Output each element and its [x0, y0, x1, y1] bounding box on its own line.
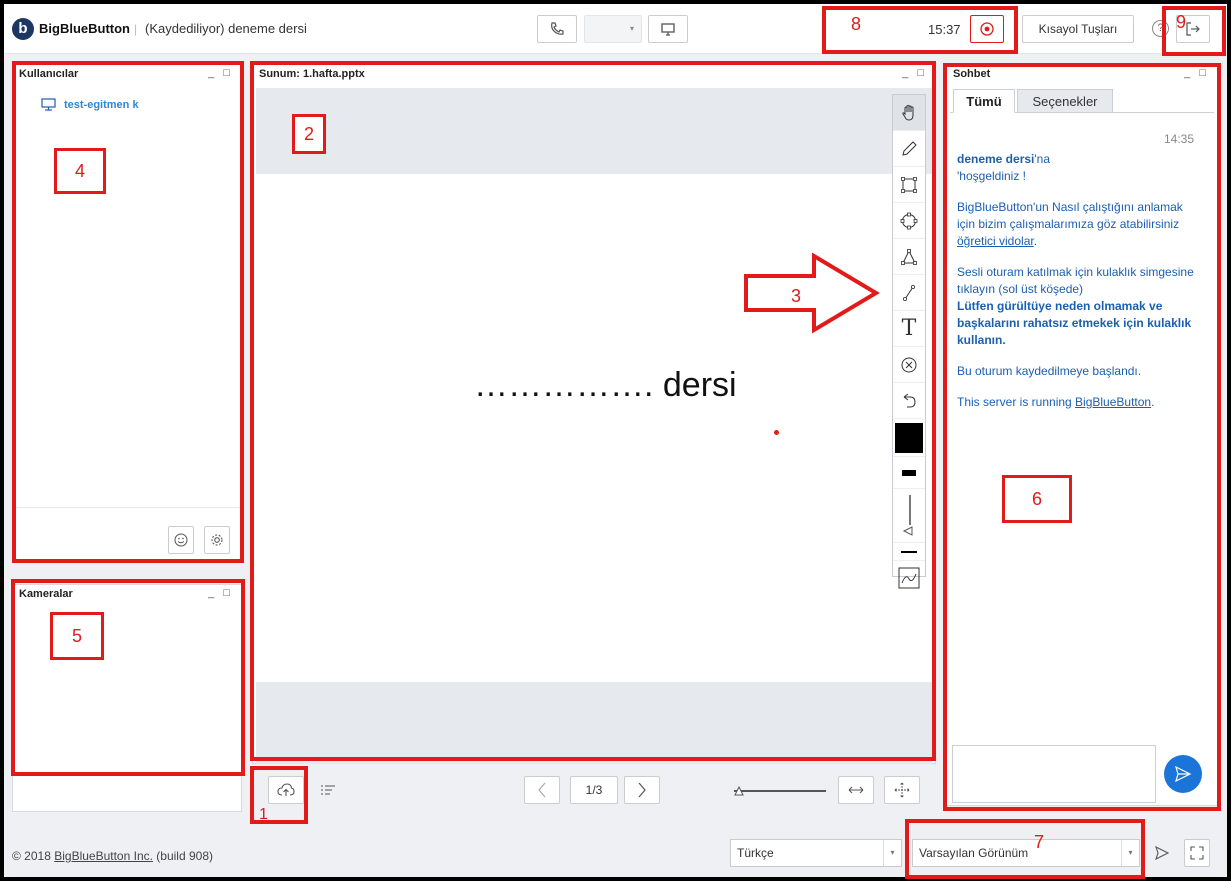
annotation-label-4: 4 [54, 148, 106, 194]
fit-width-icon [848, 786, 864, 794]
build-number: (build 908) [152, 849, 213, 863]
desktop-share-button[interactable] [648, 15, 688, 43]
next-slide-button[interactable] [624, 776, 660, 804]
annotation-box-7 [905, 819, 1145, 879]
send-layout-icon [1155, 845, 1170, 861]
chevron-left-icon [538, 782, 546, 798]
annotation-label-8: 8 [851, 14, 862, 34]
zoom-slider-track [734, 790, 826, 792]
annotation-label-7: 7 [1034, 832, 1045, 852]
chevron-right-icon [638, 782, 646, 798]
brand-name: BigBlueButton [39, 21, 130, 36]
annotation-label-6: 6 [1002, 475, 1072, 523]
phone-icon [551, 22, 564, 35]
zoom-slider[interactable] [734, 786, 826, 796]
annotation-box-6 [943, 63, 1221, 811]
annotation-box-2 [250, 61, 936, 761]
desktop-share-icon [661, 23, 675, 36]
bigbluebutton-logo-icon: b [12, 18, 34, 40]
annotation-label-2: 2 [292, 114, 326, 154]
fullscreen-presentation-button[interactable] [884, 776, 920, 804]
poll-button[interactable] [310, 776, 346, 804]
top-bar: b BigBlueButton | (Kaydediliyor) deneme … [4, 4, 1227, 54]
apply-layout-button[interactable] [1150, 839, 1174, 867]
dropdown-caret-icon: ▾ [629, 24, 634, 33]
expand-icon [1190, 846, 1204, 860]
previous-slide-button[interactable] [524, 776, 560, 804]
list-icon [321, 785, 335, 795]
fit-width-button[interactable] [838, 776, 874, 804]
move-arrows-icon [894, 782, 910, 798]
copyright: © 2018 BigBlueButton Inc. (build 908) [12, 849, 213, 863]
annotation-label-9: 9 [1176, 12, 1187, 32]
language-select[interactable]: Türkçe ▾ [730, 839, 902, 867]
copyright-text: © 2018 [12, 849, 55, 863]
slide-page-selector[interactable]: 1/3 [570, 776, 618, 804]
annotation-label-3: 3 [791, 286, 802, 306]
annotation-label-5: 5 [50, 612, 104, 660]
annotation-box-4 [12, 61, 244, 563]
audio-button[interactable] [537, 15, 577, 43]
shortcuts-button[interactable]: Kısayol Tuşları [1022, 15, 1134, 43]
meeting-title: (Kaydediliyor) deneme dersi [145, 21, 307, 36]
language-value: Türkçe [737, 846, 774, 860]
copyright-link[interactable]: BigBlueButton Inc. [54, 849, 153, 863]
fullscreen-button[interactable] [1184, 839, 1210, 867]
annotation-box-5 [11, 579, 245, 776]
annotation-label-1: 1 [259, 806, 268, 823]
annotation-box-9 [1162, 6, 1226, 56]
zoom-slider-thumb-icon [734, 786, 744, 796]
title-separator: | [134, 22, 138, 36]
annotation-arrow-3 [744, 252, 880, 334]
mic-dropdown[interactable]: ▾ [584, 15, 642, 43]
language-caret-icon: ▾ [883, 840, 901, 866]
